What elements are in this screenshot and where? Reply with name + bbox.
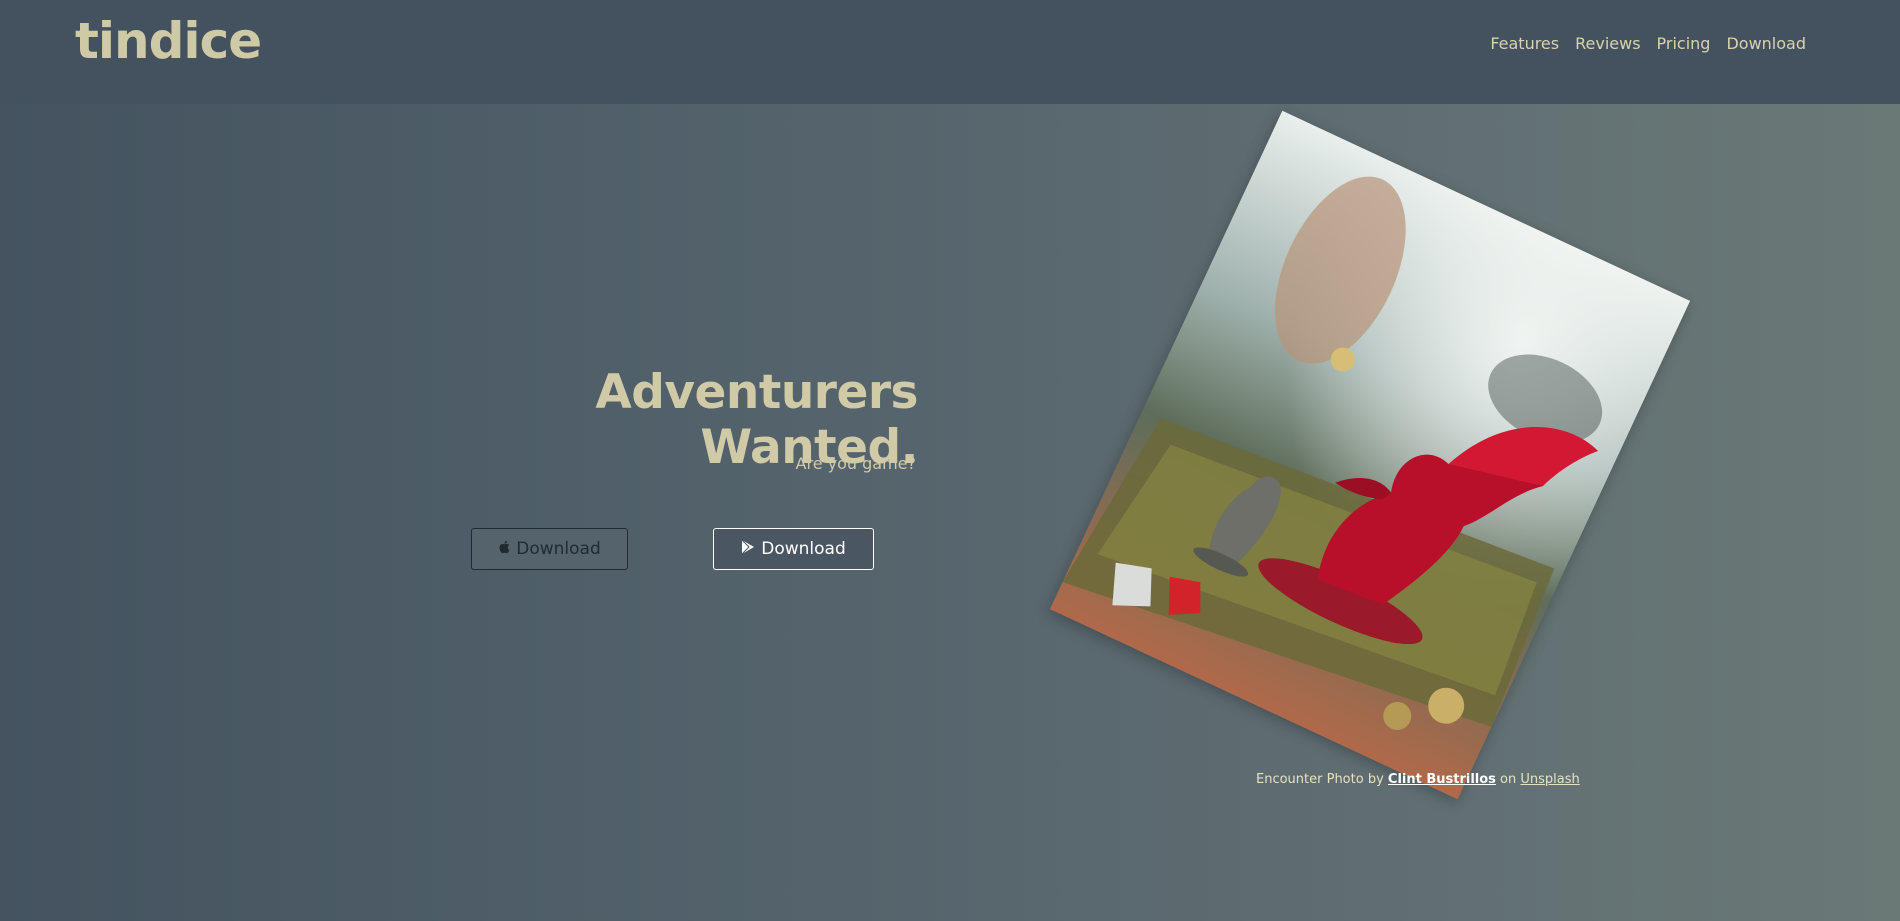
google-play-icon (741, 539, 755, 560)
nav-item-reviews[interactable]: Reviews (1575, 34, 1640, 53)
credit-site-link[interactable]: Unsplash (1520, 772, 1579, 787)
photo-credit: Encounter Photo by Clint Bustrillos on U… (1256, 772, 1580, 787)
credit-middle: on (1495, 772, 1521, 787)
credit-author-link[interactable]: Clint Bustrillos (1388, 772, 1496, 787)
android-download-label: Download (761, 539, 846, 559)
nav-item-download[interactable]: Download (1726, 34, 1806, 53)
credit-prefix: Encounter Photo by (1256, 772, 1388, 787)
logo[interactable]: tindice (75, 12, 262, 70)
nav-item-pricing[interactable]: Pricing (1657, 34, 1711, 53)
navbar: tindice Features Reviews Pricing Downloa… (0, 0, 1900, 104)
nav-links: Features Reviews Pricing Download (1490, 34, 1806, 53)
ios-download-button[interactable]: Download (471, 528, 628, 570)
android-download-button[interactable]: Download (713, 528, 874, 570)
nav-item-features[interactable]: Features (1490, 34, 1559, 53)
hero-photo (1049, 110, 1691, 800)
ios-download-label: Download (516, 539, 601, 559)
hero-subtitle: Are you game? (795, 454, 916, 473)
apple-icon (498, 539, 510, 559)
